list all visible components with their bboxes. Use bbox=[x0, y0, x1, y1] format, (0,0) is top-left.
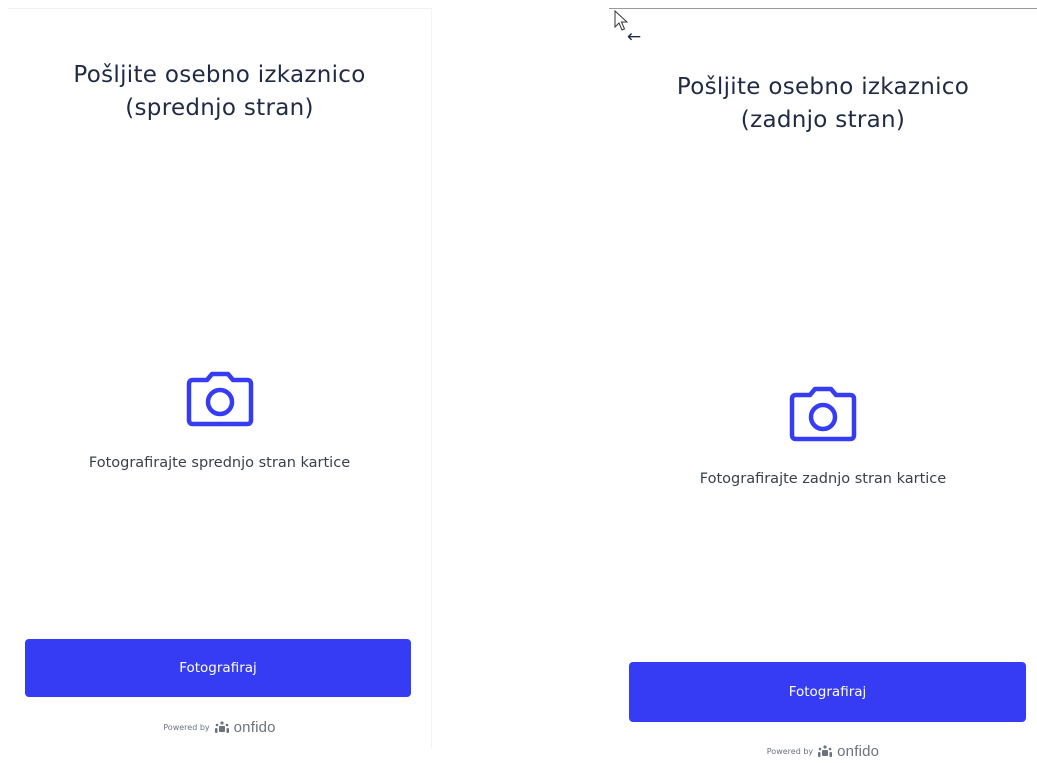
title-line-1: Pošljite osebno izkaznico bbox=[73, 62, 366, 88]
powered-by-footer: Powered by onfido bbox=[609, 743, 1037, 760]
onfido-brand-text: onfido bbox=[837, 743, 880, 760]
take-photo-button[interactable]: Fotografiraj bbox=[25, 639, 411, 697]
mouse-cursor-icon bbox=[614, 10, 628, 31]
instruction-text: Fotografirajte zadnjo stran kartice bbox=[699, 471, 947, 487]
onfido-brand-text: onfido bbox=[233, 719, 276, 736]
page-title: Pošljite osebno izkaznico (zadnjo stran) bbox=[609, 71, 1037, 137]
instruction-text: Fotografirajte sprednjo stran kartice bbox=[88, 455, 351, 471]
onfido-logo-icon bbox=[818, 744, 833, 757]
page-title: Pošljite osebno izkaznico (sprednjo stra… bbox=[8, 59, 431, 125]
onfido-logo-icon bbox=[214, 720, 229, 733]
camera-icon bbox=[186, 371, 253, 427]
take-photo-button[interactable]: Fotografiraj bbox=[629, 662, 1026, 722]
front-side-screen: Pošljite osebno izkaznico (sprednjo stra… bbox=[8, 8, 432, 748]
powered-by-label: Powered by bbox=[163, 723, 210, 732]
camera-icon bbox=[789, 386, 857, 442]
powered-by-label: Powered by bbox=[766, 747, 814, 756]
title-line-2: (zadnjo stran) bbox=[740, 107, 906, 133]
back-side-screen: ← Pošljite osebno izkaznico (zadnjo stra… bbox=[609, 8, 1037, 760]
powered-by-footer: Powered by onfido bbox=[8, 719, 431, 736]
title-line-1: Pošljite osebno izkaznico bbox=[676, 74, 970, 100]
title-line-2: (sprednjo stran) bbox=[125, 95, 314, 121]
